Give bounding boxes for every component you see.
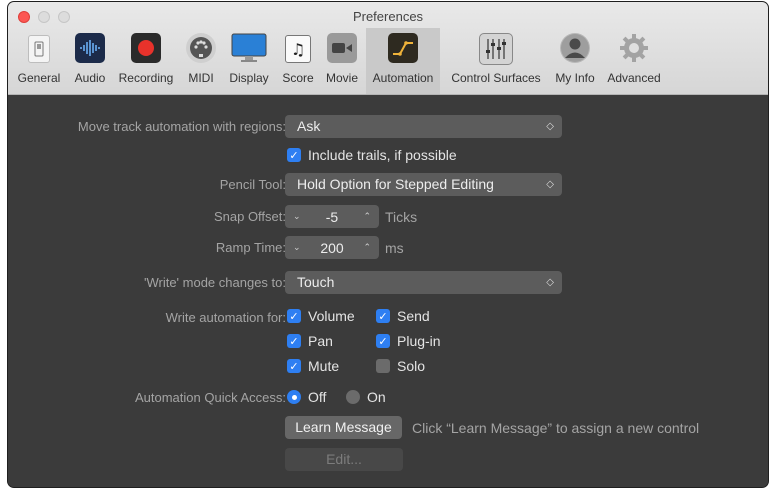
waveform-icon bbox=[75, 33, 105, 63]
tab-automation[interactable]: Automation bbox=[366, 28, 440, 94]
solo-checkbox[interactable]: Solo bbox=[376, 358, 425, 374]
gear-icon bbox=[619, 33, 649, 63]
include-trails-checkbox[interactable]: ✓ Include trails, if possible bbox=[287, 147, 457, 163]
checkmark-icon: ✓ bbox=[287, 148, 301, 162]
tab-movie[interactable]: Movie bbox=[320, 28, 364, 94]
record-icon bbox=[131, 33, 161, 63]
write-mode-label: 'Write' mode changes to: bbox=[143, 275, 286, 290]
tab-label: My Info bbox=[555, 71, 595, 85]
empty-checkbox-icon bbox=[376, 359, 390, 373]
tab-label: MIDI bbox=[188, 71, 214, 85]
edit-button[interactable]: Edit... bbox=[285, 448, 403, 471]
increment-arrow-icon[interactable]: ⌃ bbox=[363, 242, 371, 253]
snap-offset-unit: Ticks bbox=[385, 209, 418, 225]
tab-control-surfaces[interactable]: Control Surfaces bbox=[444, 28, 548, 94]
learn-message-hint: Click “Learn Message” to assign a new co… bbox=[412, 420, 700, 436]
ramp-time-stepper[interactable]: ⌄ 200 ⌃ bbox=[285, 236, 379, 259]
checkbox-label: Pan bbox=[308, 333, 333, 349]
video-camera-icon bbox=[327, 33, 357, 63]
radio-label: Off bbox=[308, 389, 327, 405]
pan-checkbox[interactable]: ✓ Pan bbox=[287, 333, 333, 349]
tab-label: Recording bbox=[118, 71, 174, 85]
mute-checkbox[interactable]: ✓ Mute bbox=[287, 358, 339, 374]
preferences-toolbar: General Audio Recording MIDI Display ♫ S… bbox=[8, 28, 768, 94]
checkbox-label: Solo bbox=[397, 358, 426, 374]
tab-audio[interactable]: Audio bbox=[70, 28, 110, 94]
move-track-automation-label: Move track automation with regions: bbox=[77, 119, 286, 134]
monitor-icon bbox=[231, 33, 267, 63]
automation-curve-icon bbox=[388, 33, 418, 63]
tab-label: Display bbox=[229, 71, 269, 85]
midi-connector-icon bbox=[186, 33, 216, 63]
tab-display[interactable]: Display bbox=[222, 28, 276, 94]
radio-selected-icon bbox=[287, 390, 301, 404]
checkmark-icon: ✓ bbox=[376, 334, 390, 348]
window-title: Preferences bbox=[352, 9, 424, 24]
stepper-value: 200 bbox=[320, 239, 344, 256]
chevron-updown-icon: ◇ bbox=[546, 277, 554, 288]
write-mode-popup[interactable]: Touch ◇ bbox=[285, 271, 562, 294]
decrement-arrow-icon[interactable]: ⌄ bbox=[293, 242, 301, 253]
write-automation-for-label: Write automation for: bbox=[165, 310, 286, 325]
tab-midi[interactable]: MIDI bbox=[184, 28, 218, 94]
checkbox-label: Mute bbox=[308, 358, 340, 374]
stepper-value: -5 bbox=[325, 208, 339, 225]
tab-label: Movie bbox=[325, 71, 358, 85]
popup-value: Ask bbox=[297, 118, 321, 134]
tab-label: Automation bbox=[372, 71, 434, 85]
tab-label: Control Surfaces bbox=[451, 71, 541, 85]
snap-offset-label: Snap Offset: bbox=[213, 209, 286, 224]
checkbox-label: Include trails, if possible bbox=[308, 147, 457, 163]
automation-settings-panel: Move track automation with regions: Ask … bbox=[8, 95, 768, 487]
snap-offset-stepper[interactable]: ⌄ -5 ⌃ bbox=[285, 205, 379, 228]
popup-value: Hold Option for Stepped Editing bbox=[297, 176, 494, 192]
tab-label: General bbox=[17, 71, 61, 85]
person-icon bbox=[560, 33, 590, 63]
checkmark-icon: ✓ bbox=[287, 359, 301, 373]
music-note-icon: ♫ bbox=[285, 35, 311, 63]
tab-label: Advanced bbox=[607, 71, 661, 85]
checkmark-icon: ✓ bbox=[287, 309, 301, 323]
tab-advanced[interactable]: Advanced bbox=[602, 28, 666, 94]
tab-recording[interactable]: Recording bbox=[114, 28, 178, 94]
switch-icon bbox=[28, 35, 50, 63]
preferences-window: Preferences General Audio Recording MIDI… bbox=[8, 2, 768, 487]
increment-arrow-icon[interactable]: ⌃ bbox=[363, 211, 371, 222]
radio-unselected-icon bbox=[346, 390, 360, 404]
checkmark-icon: ✓ bbox=[287, 334, 301, 348]
tab-score[interactable]: ♫ Score bbox=[280, 28, 316, 94]
faders-icon bbox=[479, 33, 513, 65]
radio-label: On bbox=[367, 389, 386, 405]
decrement-arrow-icon[interactable]: ⌄ bbox=[293, 211, 301, 222]
tab-general[interactable]: General bbox=[12, 28, 66, 94]
ramp-time-label: Ramp Time: bbox=[215, 240, 286, 255]
popup-value: Touch bbox=[297, 274, 335, 290]
chevron-updown-icon: ◇ bbox=[546, 179, 554, 190]
quick-access-label: Automation Quick Access: bbox=[134, 390, 286, 405]
chevron-updown-icon: ◇ bbox=[546, 121, 554, 132]
plugin-checkbox[interactable]: ✓ Plug-in bbox=[376, 333, 441, 349]
checkbox-label: Plug-in bbox=[397, 333, 441, 349]
title-bar: Preferences General Audio Recording MIDI… bbox=[8, 2, 768, 95]
tab-my-info[interactable]: My Info bbox=[550, 28, 600, 94]
send-checkbox[interactable]: ✓ Send bbox=[376, 308, 430, 324]
pencil-tool-popup[interactable]: Hold Option for Stepped Editing ◇ bbox=[285, 173, 562, 196]
pencil-tool-label: Pencil Tool: bbox=[219, 177, 286, 192]
checkmark-icon: ✓ bbox=[376, 309, 390, 323]
checkbox-label: Send bbox=[397, 308, 430, 324]
tab-label: Score bbox=[282, 71, 314, 85]
ramp-time-unit: ms bbox=[385, 240, 404, 256]
learn-message-button[interactable]: Learn Message bbox=[285, 416, 402, 439]
quick-access-off-radio[interactable]: Off bbox=[287, 389, 326, 405]
checkbox-label: Volume bbox=[308, 308, 355, 324]
volume-checkbox[interactable]: ✓ Volume bbox=[287, 308, 355, 324]
quick-access-on-radio[interactable]: On bbox=[346, 389, 386, 405]
tab-label: Audio bbox=[74, 71, 106, 85]
move-track-automation-popup[interactable]: Ask ◇ bbox=[285, 115, 562, 138]
